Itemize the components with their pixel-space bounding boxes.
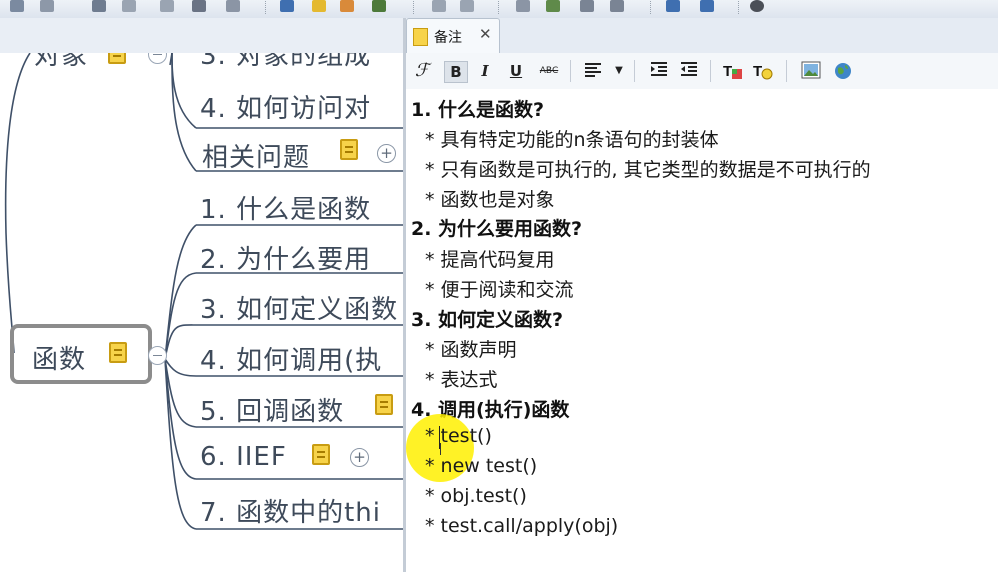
note-bullet: * new test() [425, 455, 538, 477]
mindmap-node-object[interactable]: 对象 [34, 53, 88, 72]
note-bullet: * test.call/apply(obj) [425, 515, 619, 537]
list-icon[interactable] [122, 0, 136, 12]
mindmap-node-func-5[interactable]: 5. 回调函数 [200, 391, 344, 428]
diamond-icon[interactable] [432, 0, 446, 12]
note-icon[interactable] [340, 139, 358, 160]
mindmap-node-func-7[interactable]: 7. 函数中的thi [200, 492, 381, 529]
insert-image-icon[interactable] [800, 61, 822, 81]
ibeam-cursor-icon [440, 443, 448, 455]
mindmap-node-object-access[interactable]: 4. 如何访问对 [200, 88, 371, 125]
toolbar-separator [650, 1, 652, 14]
expand-icon[interactable]: + [377, 144, 396, 163]
format-separator [710, 60, 711, 82]
toolbar-separator [265, 1, 267, 14]
note-icon[interactable] [312, 444, 330, 465]
toolbar-separator [498, 1, 500, 14]
svg-text:T: T [753, 63, 762, 80]
align-left-icon[interactable] [582, 61, 604, 81]
pencil-icon[interactable] [10, 0, 24, 12]
mindmap-node-func-6[interactable]: 6. IIEF [200, 442, 287, 472]
tab-notes[interactable]: 备注 ✕ [406, 18, 500, 53]
mindmap-node-func-1[interactable]: 1. 什么是函数 [200, 189, 371, 226]
note-icon[interactable] [109, 342, 127, 363]
mindmap-tabbar [0, 18, 403, 54]
indent-icon[interactable] [648, 61, 670, 81]
mindmap-node-func-4[interactable]: 4. 如何调用(执 [200, 340, 382, 377]
italic-button[interactable]: I [476, 61, 494, 81]
copy-icon[interactable] [226, 0, 240, 12]
outdent-icon[interactable] [678, 61, 700, 81]
note-bullet: * test() [425, 425, 492, 447]
share-icon[interactable] [460, 0, 474, 12]
flag-icon[interactable] [340, 0, 354, 12]
main-toolbar [0, 0, 998, 19]
mindmap-canvas: 对象 3. 对象的组成 4. 如何访问对 相关问题 + 函数 1. 什么是函数 … [0, 53, 403, 572]
expand-icon[interactable]: + [350, 448, 369, 467]
clock-icon[interactable] [580, 0, 594, 12]
check-icon[interactable] [372, 0, 386, 12]
close-icon[interactable]: ✕ [479, 25, 492, 43]
svg-text:T: T [723, 63, 732, 80]
blob-icon[interactable] [192, 0, 206, 12]
zoom-icon[interactable] [610, 0, 624, 12]
bold-button[interactable]: B [444, 61, 468, 83]
mindmap-node-related[interactable]: 相关问题 [202, 137, 310, 174]
font-button[interactable]: ℱ [412, 61, 432, 81]
text-color-icon[interactable]: T [722, 61, 744, 81]
format-toolbar: ℱ B I U ABC ▼ T T [406, 53, 998, 90]
doc-icon[interactable] [160, 0, 174, 12]
table-icon[interactable] [516, 0, 530, 12]
note-icon[interactable] [375, 394, 393, 415]
mindmap-node-func-3[interactable]: 3. 如何定义函数 [200, 289, 398, 326]
hyperlink-globe-icon[interactable] [832, 61, 854, 81]
bulb-icon[interactable] [312, 0, 326, 12]
strikethrough-button[interactable]: ABC [536, 61, 562, 81]
highlight-icon[interactable]: T [752, 61, 774, 81]
toolbar-separator [738, 1, 740, 14]
monitor-icon[interactable] [280, 0, 294, 12]
mindmap-node-function[interactable]: 函数 [32, 339, 86, 376]
note-icon [413, 28, 428, 46]
arrow-icon[interactable] [666, 0, 680, 12]
format-separator [786, 60, 787, 82]
edit-icon[interactable] [92, 0, 106, 12]
notes-editor-overlay: * test() * new test() * obj.test() * tes… [406, 89, 998, 572]
note-bullet: * obj.test() [425, 485, 527, 507]
image-icon[interactable] [546, 0, 560, 12]
present-icon[interactable] [700, 0, 714, 12]
gear-icon[interactable] [750, 0, 764, 12]
toolbar-separator [413, 1, 415, 14]
chevron-down-icon[interactable]: ▼ [612, 61, 626, 81]
underline-button[interactable]: U [506, 61, 526, 81]
page-icon[interactable] [40, 0, 54, 12]
format-separator [570, 60, 571, 82]
tab-notes-label: 备注 [434, 30, 462, 46]
mindmap-node-func-2[interactable]: 2. 为什么要用 [200, 239, 371, 276]
note-icon[interactable] [108, 53, 126, 64]
mindmap-node-object-composition[interactable]: 3. 对象的组成 [200, 53, 371, 72]
collapse-icon[interactable] [148, 346, 167, 365]
format-separator [634, 60, 635, 82]
